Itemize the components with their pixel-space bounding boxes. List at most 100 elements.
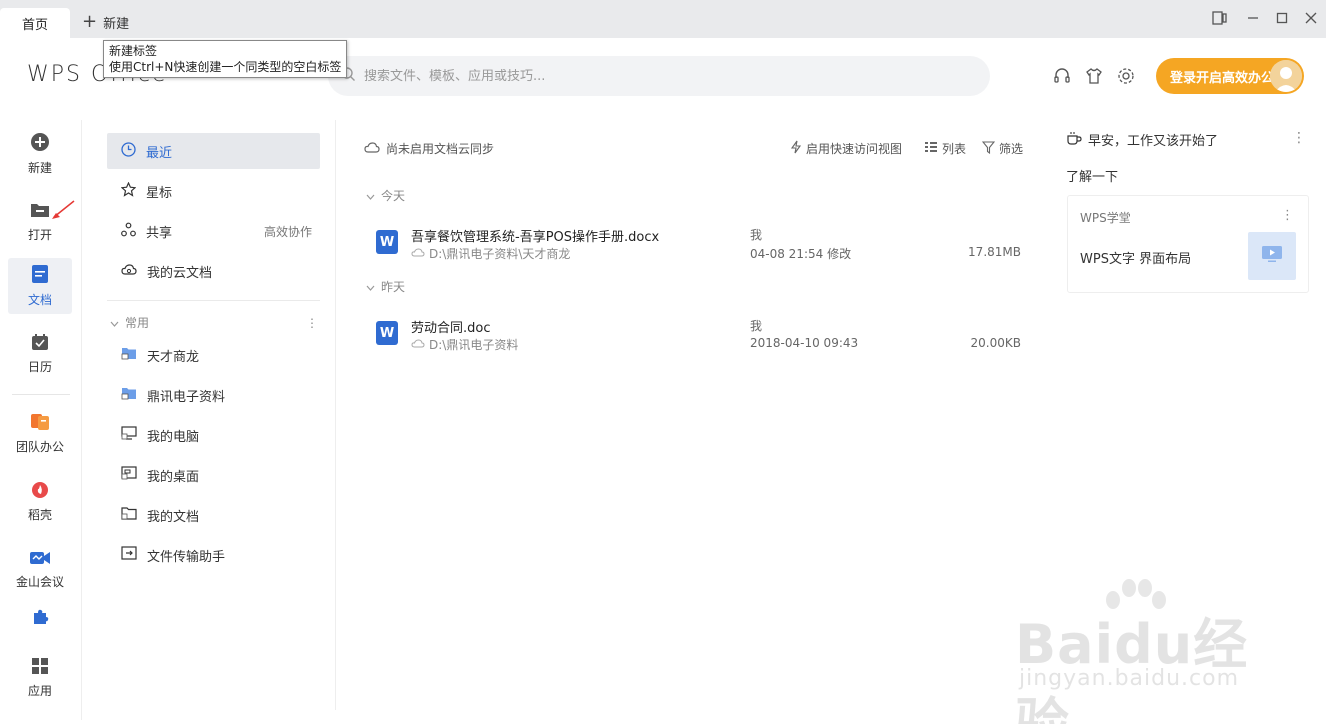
- settings-gear-icon[interactable]: [1116, 66, 1136, 86]
- puzzle-icon: [31, 608, 49, 629]
- watermark-main: Baidu经验: [1015, 613, 1249, 724]
- greeting-text: 早安，工作又该开始了: [1088, 134, 1219, 149]
- nav-my-computer[interactable]: 我的电脑: [107, 417, 320, 453]
- search-input[interactable]: [364, 68, 924, 84]
- file-size: 20.00KB: [970, 336, 1021, 350]
- avatar[interactable]: [1270, 60, 1302, 92]
- rail-new-label: 新建: [27, 161, 52, 175]
- share-icon: [121, 222, 136, 241]
- nav-my-desktop[interactable]: 我的桌面: [107, 457, 320, 493]
- cloud-status-icon: [411, 247, 425, 261]
- minimize-icon[interactable]: [1243, 9, 1263, 27]
- headset-icon[interactable]: [1052, 66, 1072, 86]
- right-panel-more-icon[interactable]: ⋮: [1292, 130, 1306, 146]
- plus-icon: +: [82, 11, 98, 32]
- group-today-header[interactable]: 今天: [366, 187, 405, 204]
- more-dots-icon[interactable]: ⋮: [306, 316, 318, 330]
- docer-flame-icon: [31, 481, 49, 502]
- rail-apps-label: 应用: [27, 684, 52, 698]
- new-plus-icon: [30, 132, 50, 155]
- chevron-down-icon: [366, 280, 375, 294]
- cloud-sync-icon: [364, 141, 380, 157]
- document-icon: [31, 264, 49, 287]
- rail-open-label: 打开: [27, 228, 52, 242]
- list-label: 列表: [942, 142, 967, 156]
- red-arrow-annotation-icon: [52, 200, 75, 219]
- file-path: D:\鼎讯电子资料\天才商龙: [411, 245, 570, 262]
- tooltip-title: 新建标签: [109, 44, 158, 58]
- skin-shirt-icon[interactable]: [1084, 66, 1104, 86]
- filter-label: 筛选: [999, 142, 1024, 156]
- nav-folder-dingxun[interactable]: 鼎讯电子资料: [107, 377, 320, 413]
- file-transfer-icon: [121, 546, 137, 564]
- cloud-status-icon: [411, 338, 425, 352]
- play-video-icon: [1261, 245, 1283, 267]
- lightning-icon: [790, 140, 802, 157]
- file-path-text: D:\鼎讯电子资料: [429, 338, 519, 352]
- cloud-sync-status[interactable]: 尚未启用文档云同步: [364, 140, 494, 157]
- file-owner: 我: [750, 228, 763, 242]
- nav-starred[interactable]: 星标: [107, 173, 320, 209]
- apps-grid-icon: [31, 657, 49, 678]
- rail-new[interactable]: 新建: [8, 126, 72, 182]
- file-name: 劳动合同.doc: [411, 321, 491, 336]
- meeting-camera-icon: [29, 550, 51, 569]
- nav-cloud-label: 我的云文档: [147, 265, 213, 281]
- quick-access-view-button[interactable]: 启用快速访问视图: [790, 140, 902, 157]
- nav-recent[interactable]: 最近: [107, 133, 320, 169]
- new-tab-tooltip: 新建标签 使用Ctrl+N快速创建一个同类型的空白标签: [103, 40, 347, 78]
- group-yesterday-label: 昨天: [381, 280, 406, 294]
- cloud-sync-label: 尚未启用文档云同步: [386, 142, 495, 156]
- group-yesterday-header[interactable]: 昨天: [366, 278, 405, 295]
- new-tab-button[interactable]: + 新建: [82, 12, 129, 32]
- rail-apps[interactable]: 应用: [8, 650, 72, 706]
- nav-shared-label: 共享: [146, 225, 173, 241]
- file-time: 04-08 21:54 修改: [750, 247, 852, 261]
- file-row[interactable]: W 吾享餐饮管理系统-吾享POS操作手册.docx D:\鼎讯电子资料\天才商龙…: [370, 224, 1030, 268]
- tab-home[interactable]: 首页: [0, 8, 70, 38]
- nav-shared[interactable]: 共享 高效协作: [107, 213, 320, 249]
- nav-my-documents[interactable]: 我的文档: [107, 497, 320, 533]
- coffee-cup-icon: [1066, 131, 1082, 149]
- nav-folder-label: 天才商龙: [147, 349, 200, 365]
- filter-button[interactable]: 筛选: [981, 140, 1024, 157]
- team-office-icon: [30, 413, 50, 434]
- login-button[interactable]: 登录开启高效办公: [1156, 58, 1304, 94]
- nav-divider: [107, 300, 320, 301]
- maximize-icon[interactable]: [1272, 9, 1292, 27]
- nav-file-transfer[interactable]: 文件传输助手: [107, 537, 320, 573]
- clock-icon: [121, 141, 136, 161]
- file-name: 吾享餐饮管理系统-吾享POS操作手册.docx: [411, 230, 660, 245]
- nav-folder-tiancai[interactable]: 天才商龙: [107, 337, 320, 373]
- list-view-button[interactable]: 列表: [924, 140, 966, 157]
- rail-plugin[interactable]: [8, 600, 72, 636]
- search-bar[interactable]: [328, 56, 990, 96]
- rail-calendar[interactable]: 日历: [8, 326, 72, 382]
- rail-team-office[interactable]: 团队办公: [8, 406, 72, 462]
- rail-docer[interactable]: 稻壳: [8, 474, 72, 530]
- folder-open-icon: [30, 201, 50, 222]
- tooltip-desc: 使用Ctrl+N快速创建一个同类型的空白标签: [109, 60, 342, 74]
- rail-meeting[interactable]: 金山会议: [8, 542, 72, 598]
- chevron-down-icon: [110, 316, 119, 330]
- folder-shortcut-icon: [121, 346, 137, 364]
- nav-desktop-label: 我的桌面: [147, 469, 200, 485]
- desktop-icon: [121, 466, 137, 484]
- nav-panel: 最近 星标 共享 高效协作 我的云文档 常用 ⋮ 天才商龙 鼎讯电子资料 我的电…: [96, 120, 336, 710]
- close-icon[interactable]: [1301, 9, 1321, 27]
- list-icon: [924, 141, 938, 156]
- common-section-header[interactable]: 常用 ⋮: [110, 314, 318, 331]
- nav-cloud-docs[interactable]: 我的云文档: [107, 253, 320, 289]
- watermark-sub: jingyan.baidu.com: [1019, 666, 1240, 691]
- rail-docs[interactable]: 文档: [8, 258, 72, 314]
- wps-academy-card[interactable]: WPS学堂 ⋮ WPS文字 界面布局: [1067, 195, 1309, 293]
- card-text: WPS文字 界面布局: [1080, 252, 1192, 267]
- file-size: 17.81MB: [968, 245, 1021, 259]
- nav-shared-collab[interactable]: 高效协作: [264, 223, 312, 240]
- video-thumbnail[interactable]: [1248, 232, 1296, 280]
- restore-layout-icon[interactable]: [1210, 9, 1230, 27]
- file-row[interactable]: W 劳动合同.doc D:\鼎讯电子资料 我 2018-04-10 09:43 …: [370, 315, 1030, 359]
- file-time: 2018-04-10 09:43: [750, 336, 859, 350]
- rail-divider: [12, 394, 70, 395]
- card-more-icon[interactable]: ⋮: [1281, 208, 1294, 223]
